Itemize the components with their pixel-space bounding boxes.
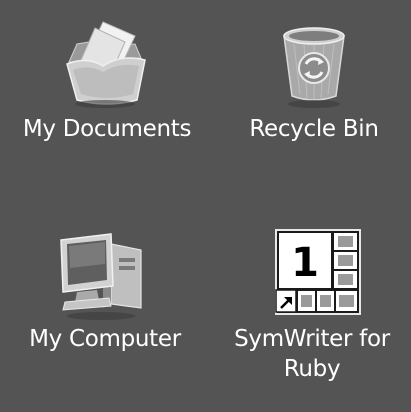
- desktop: My Documents Recycle Bin My Computer 1 S…: [0, 0, 411, 412]
- desktop-icon-label: Recycle Bin: [249, 116, 379, 142]
- desktop-icon-my-computer[interactable]: My Computer: [10, 224, 200, 354]
- desktop-icon-label: My Computer: [29, 326, 181, 352]
- recycle-bin-icon: [264, 14, 364, 114]
- desktop-icon-symwriter-for-ruby[interactable]: 1 SymWriter for Ruby: [214, 224, 410, 384]
- desktop-icon-label: My Documents: [22, 116, 192, 142]
- desktop-icon-my-documents[interactable]: My Documents: [4, 14, 210, 144]
- computer-icon: [55, 224, 155, 324]
- symwriter-grid-icon: 1: [262, 224, 362, 324]
- folder-documents-icon: [57, 14, 157, 114]
- desktop-icon-label: SymWriter for Ruby: [234, 326, 390, 382]
- shortcut-arrow-icon: [275, 289, 297, 313]
- desktop-icon-recycle-bin[interactable]: Recycle Bin: [228, 14, 400, 144]
